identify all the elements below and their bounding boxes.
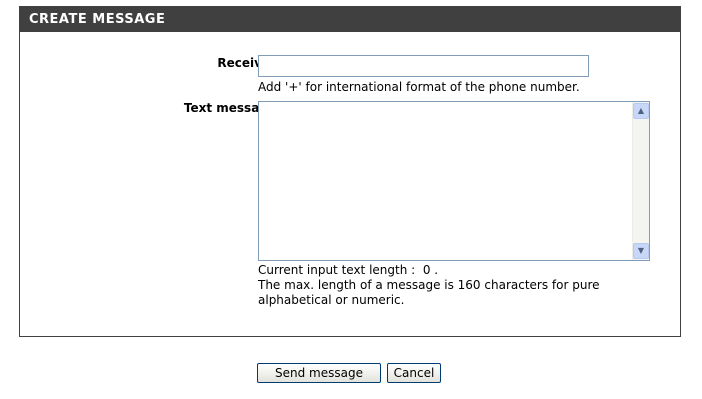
- cancel-button[interactable]: Cancel: [387, 363, 441, 383]
- text-length-label: Current input text length :: [258, 263, 416, 277]
- max-length-note-line2: alphabetical or numeric.: [258, 293, 405, 307]
- receiver-hint: Add '+' for international format of the …: [258, 80, 580, 94]
- text-length-info: Current input text length : 0 .: [258, 263, 438, 278]
- vertical-scrollbar[interactable]: ▲ ▼: [632, 102, 649, 260]
- send-message-button[interactable]: Send message: [257, 363, 381, 383]
- text-length-value: 0 .: [422, 263, 439, 277]
- chevron-down-icon[interactable]: ▼: [633, 243, 649, 259]
- max-length-note-line1: The max. length of a message is 160 char…: [258, 278, 600, 292]
- chevron-up-icon[interactable]: ▲: [633, 103, 649, 119]
- text-message-field[interactable]: ▲ ▼: [258, 101, 650, 261]
- receiver-input[interactable]: [258, 55, 589, 77]
- panel-title: CREATE MESSAGE: [20, 7, 680, 32]
- text-message-textarea[interactable]: [259, 102, 632, 260]
